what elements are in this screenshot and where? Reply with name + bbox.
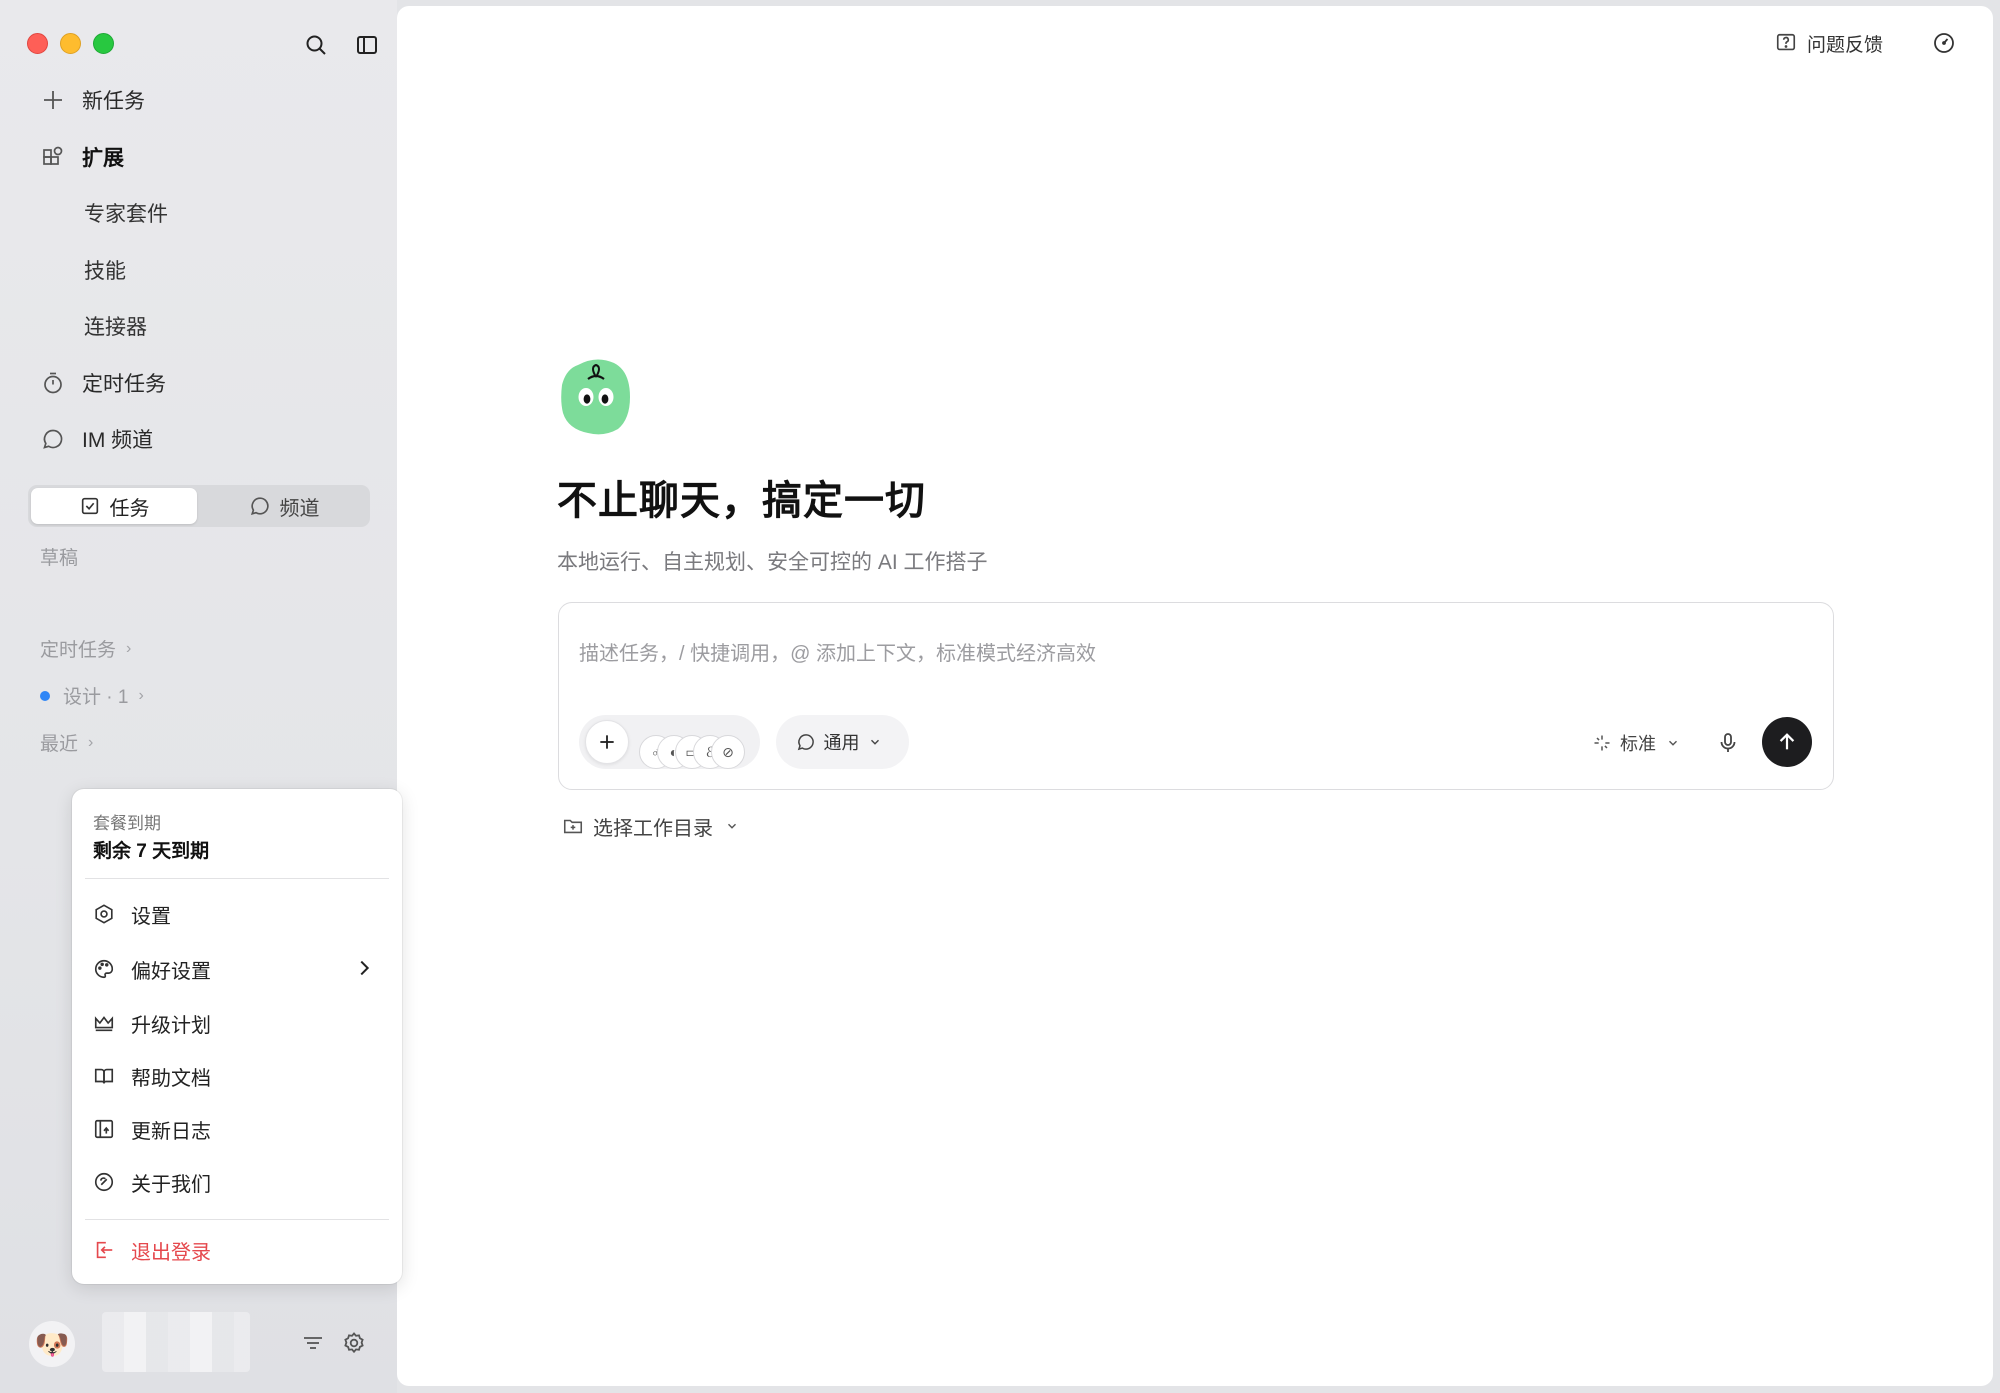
plan-status-title: 套餐到期 (93, 814, 161, 833)
drafts-label: 草稿 (40, 543, 78, 570)
question-icon (1776, 33, 1796, 51)
window-minimize-button[interactable] (60, 33, 81, 54)
checkbox-icon (81, 497, 98, 515)
model-label: 标准 (1620, 734, 1656, 754)
plus-icon (600, 735, 614, 749)
hero-subtitle: 本地运行、自主规划、安全可控的 AI 工作搭子 (557, 551, 988, 574)
sidebar-toggle-icon[interactable] (354, 32, 380, 58)
feedback-button[interactable]: 问题反馈 (1775, 28, 1883, 58)
crown-icon (93, 1012, 115, 1034)
folder-plus-icon (563, 819, 583, 834)
menu-help[interactable]: 帮助文档 (93, 1056, 383, 1096)
menu-preferences[interactable]: 偏好设置 (93, 949, 383, 989)
divider (85, 878, 389, 879)
timer-icon (38, 368, 68, 398)
about-logo-icon (93, 1171, 115, 1193)
chevron-right-icon: › (126, 639, 132, 657)
tab-tasks[interactable]: 任务 (31, 488, 197, 524)
chevron-down-icon (728, 823, 736, 829)
composer-input[interactable]: 描述任务，/ 快捷调用，@ 添加上下文，标准模式经济高效 (579, 637, 1096, 666)
menu-about-label: 关于我们 (131, 1173, 211, 1196)
composer: 描述任务，/ 快捷调用，@ 添加上下文，标准模式经济高效 ♂ ◐ ▭ ℰ ⊘ 通… (558, 602, 1834, 790)
nav-extensions[interactable]: 扩展 (38, 137, 124, 177)
changelog-icon (93, 1118, 115, 1140)
menu-settings[interactable]: 设置 (93, 894, 383, 934)
logout-icon (93, 1239, 115, 1261)
workdir-label: 选择工作目录 (593, 817, 713, 840)
tab-channels[interactable]: 频道 (201, 488, 367, 524)
chevron-right-icon: › (88, 733, 94, 751)
palette-icon (93, 958, 115, 980)
tab-channels-label: 频道 (279, 497, 320, 520)
window-zoom-button[interactable] (93, 33, 114, 54)
chevron-right-icon: › (138, 686, 144, 704)
group-scheduled[interactable]: 定时任务 › (40, 635, 131, 662)
chevron-down-icon (1669, 740, 1677, 746)
nav-sub-experts[interactable]: 专家套件 (84, 193, 168, 233)
menu-preferences-label: 偏好设置 (131, 960, 211, 983)
nav-new-task[interactable]: 新任务 (38, 80, 145, 120)
microphone-icon[interactable] (1712, 727, 1744, 759)
add-attachment-button[interactable] (585, 720, 629, 764)
chevron-right-icon (360, 960, 370, 976)
group-scheduled-label: 定时任务 (40, 640, 117, 661)
group-recent[interactable]: 最近 › (40, 729, 93, 756)
workdir-selector[interactable]: 选择工作目录 (562, 811, 748, 841)
drafts-label-text: 草稿 (40, 548, 79, 569)
tool-icon: ⊘ (711, 735, 745, 769)
task-channel-toggle: 任务 频道 (28, 485, 370, 527)
username-blurred (102, 1312, 250, 1372)
group-design-label: 设计 · 1 (63, 687, 129, 708)
book-icon (93, 1065, 115, 1087)
tab-tasks-label: 任务 (109, 497, 150, 520)
speed-gauge-icon[interactable] (1932, 31, 1956, 60)
send-button[interactable] (1762, 717, 1812, 767)
model-dropdown[interactable]: 标准 (1592, 727, 1688, 759)
hexagon-gear-icon (93, 903, 115, 925)
nav-sub-skills[interactable]: 技能 (84, 250, 126, 290)
nav-new-task-label: 新任务 (82, 90, 145, 113)
search-icon[interactable] (303, 32, 329, 58)
arrow-up-icon (1779, 733, 1795, 750)
menu-logout[interactable]: 退出登录 (93, 1230, 383, 1270)
menu-logout-label: 退出登录 (131, 1241, 211, 1264)
divider (85, 1219, 389, 1220)
chat-bubble-icon (38, 424, 68, 454)
menu-upgrade[interactable]: 升级计划 (93, 1003, 383, 1043)
hero-title: 不止聊天，搞定一切 (557, 479, 926, 523)
menu-help-label: 帮助文档 (131, 1067, 211, 1090)
account-menu: 套餐到期 剩余 7 天到期 设置 偏好设置 升级计划 帮助文档 更新日志 关于我… (72, 789, 402, 1284)
plan-remaining: 剩余 7 天到期 (93, 841, 210, 862)
menu-settings-label: 设置 (131, 905, 171, 928)
avatar[interactable]: 🐶 (29, 1321, 75, 1367)
nav-sub-connectors[interactable]: 连接器 (84, 306, 147, 346)
mode-dropdown[interactable]: 通用 (776, 715, 909, 769)
extensions-icon (38, 142, 68, 172)
menu-changelog-label: 更新日志 (131, 1120, 211, 1143)
unread-dot (40, 690, 50, 701)
nav-extensions-label: 扩展 (82, 147, 124, 170)
nav-scheduled[interactable]: 定时任务 (38, 363, 166, 403)
menu-changelog[interactable]: 更新日志 (93, 1109, 383, 1149)
nav-im-channel-label: IM 频道 (82, 429, 154, 452)
menu-upgrade-label: 升级计划 (131, 1014, 211, 1037)
chat-bubble-icon (250, 497, 269, 516)
nav-im-channel[interactable]: IM 频道 (38, 419, 153, 459)
menu-about[interactable]: 关于我们 (93, 1162, 383, 1202)
filter-icon[interactable] (299, 1329, 327, 1357)
gear-icon[interactable] (340, 1329, 368, 1357)
chat-bubble-icon (797, 734, 814, 751)
main-panel: 问题反馈 不止聊天，搞定一切 本地运行、自主规划、安全可控的 AI 工作搭子 描… (397, 6, 1993, 1386)
mode-label: 通用 (823, 733, 860, 753)
nav-scheduled-label: 定时任务 (82, 373, 166, 396)
app-logo (560, 357, 632, 435)
app-window: 新任务 扩展 专家套件 技能 连接器 定时任务 IM 频道 任务 频道 草稿 定… (0, 0, 2000, 1393)
sparkle-icon (1594, 735, 1610, 751)
group-recent-label: 最近 (40, 734, 79, 755)
feedback-label: 问题反馈 (1806, 34, 1883, 56)
window-close-button[interactable] (27, 33, 48, 54)
chevron-down-icon (870, 739, 879, 745)
group-design[interactable]: 设计 · 1 › (40, 682, 144, 709)
plus-icon (38, 85, 68, 115)
